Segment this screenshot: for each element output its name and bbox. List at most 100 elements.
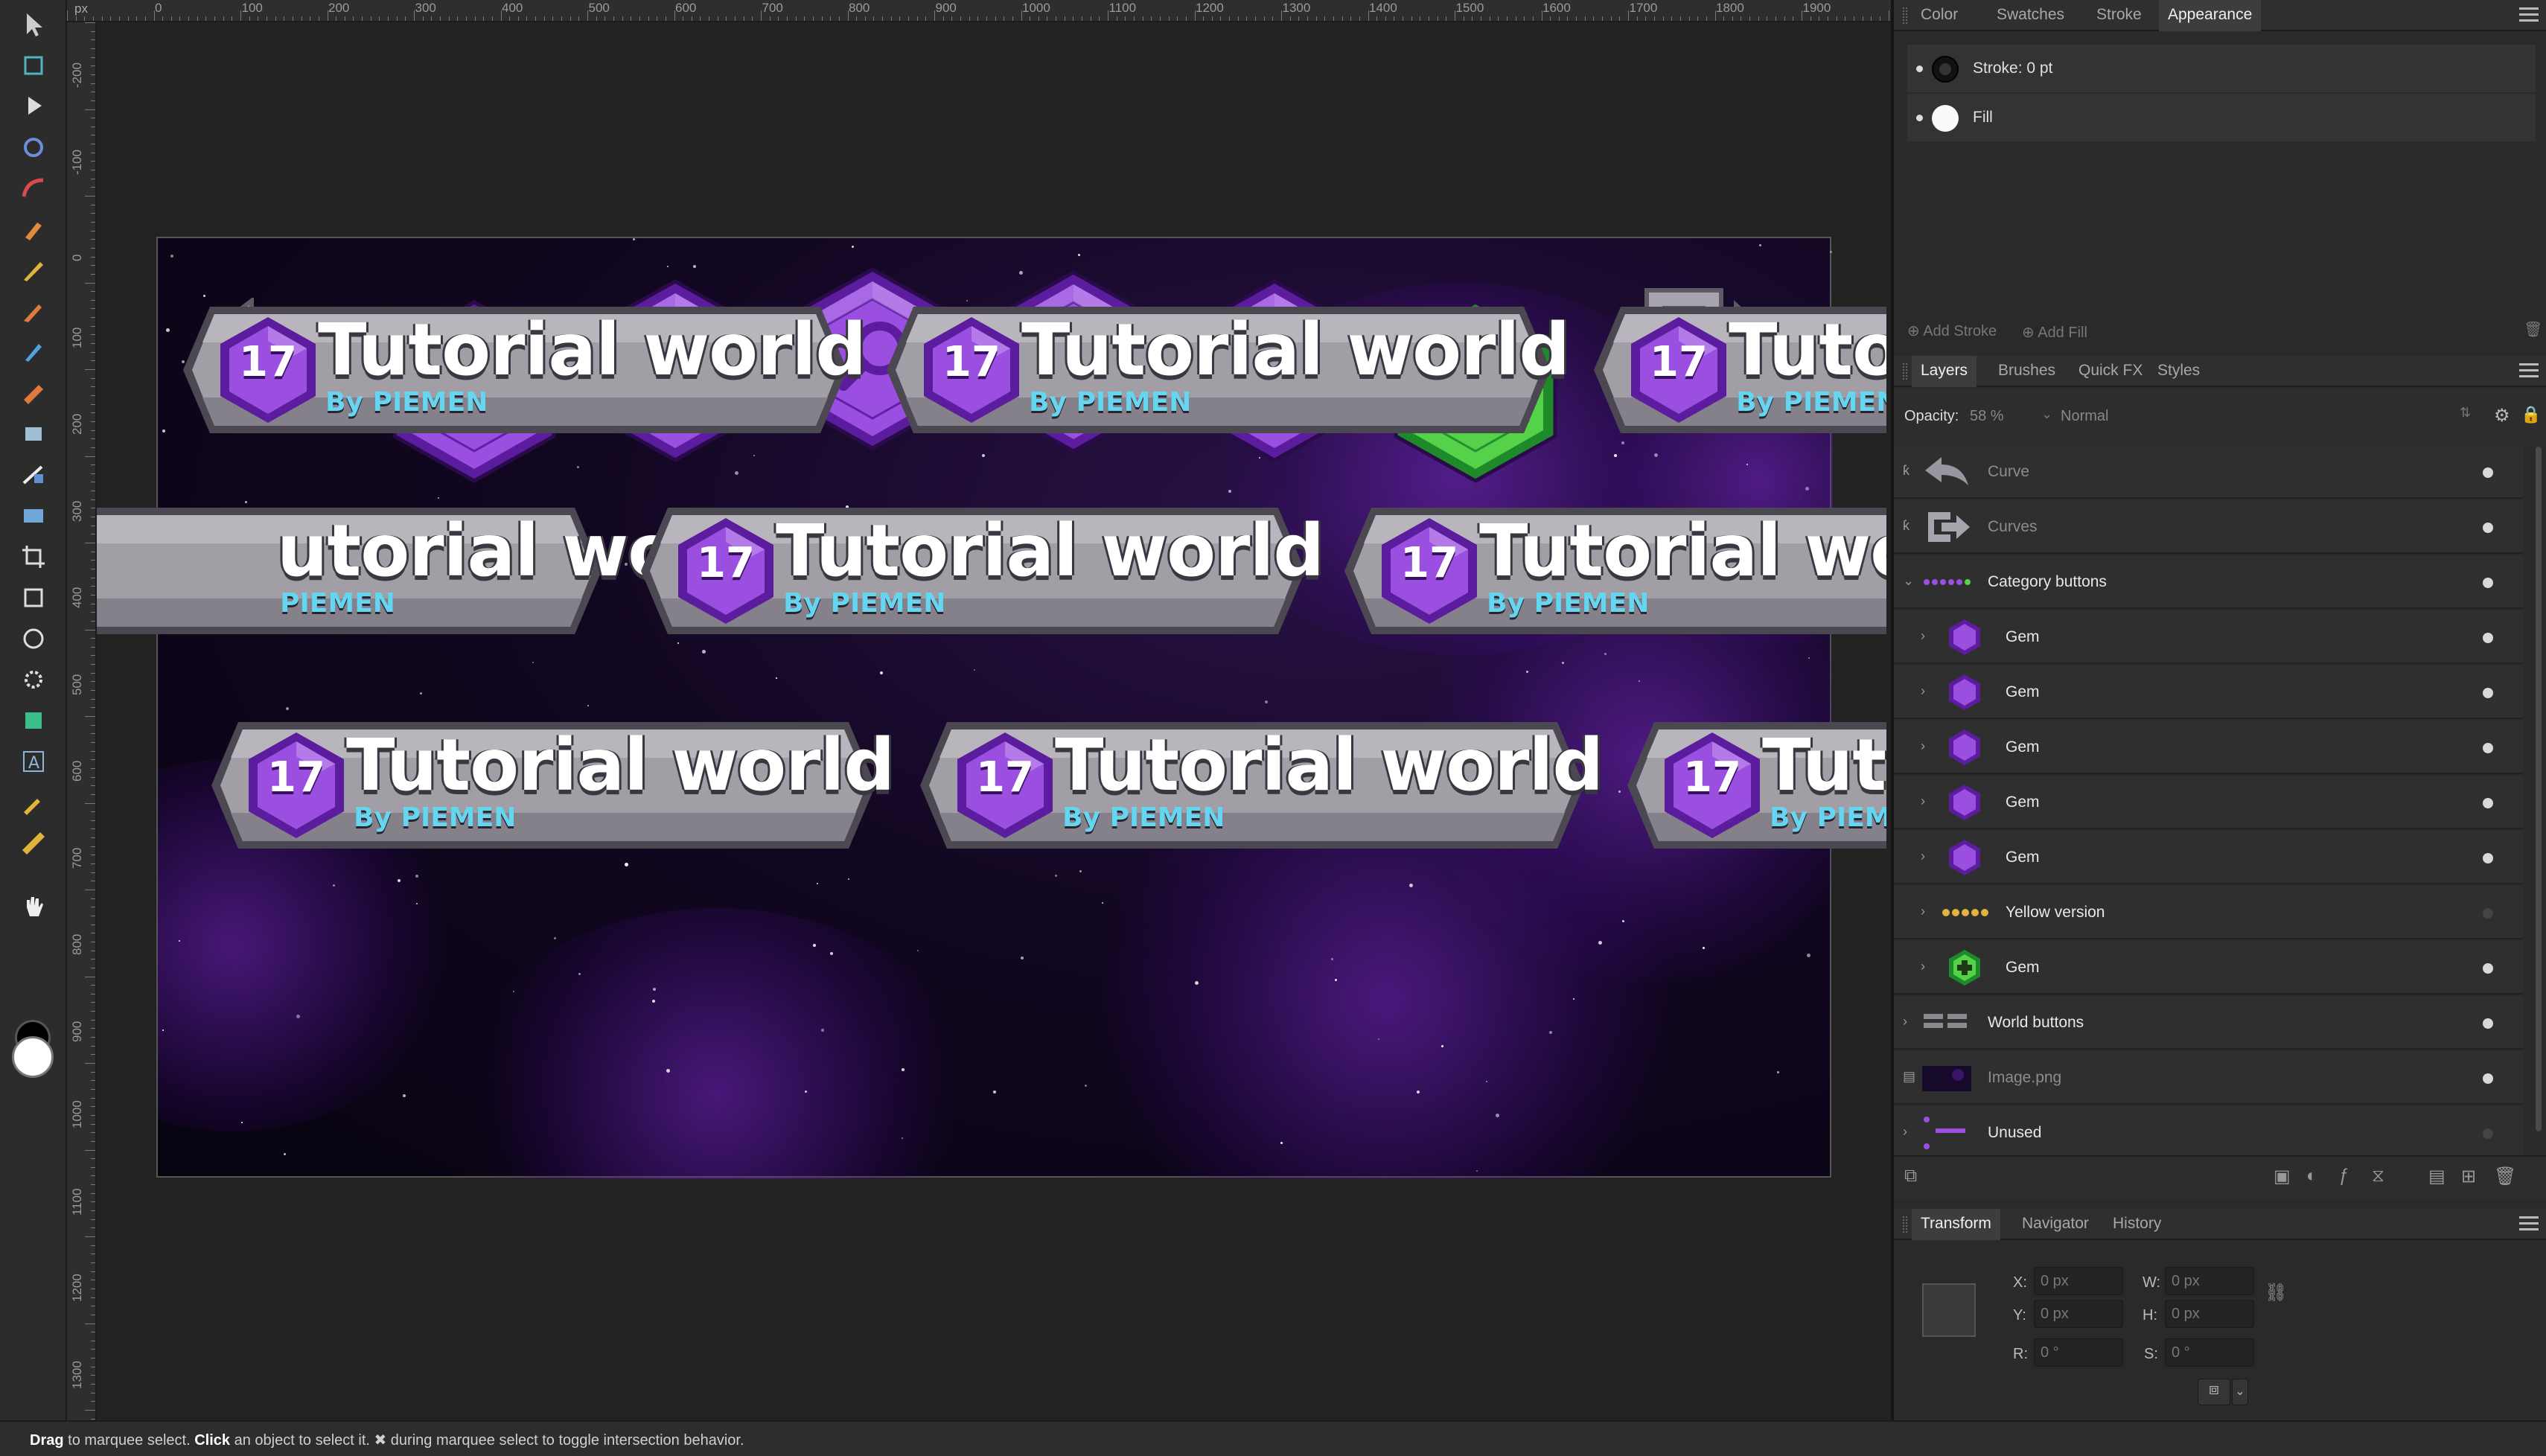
y-field[interactable]: 0 px <box>2034 1300 2123 1328</box>
fill-tool-icon[interactable] <box>16 376 51 410</box>
add-stroke-button[interactable]: ⊕ Add Stroke <box>1907 322 1997 340</box>
add-group-icon[interactable]: ⊞ <box>2461 1166 2476 1187</box>
fx-layer-icon[interactable]: ƒ <box>2339 1166 2349 1187</box>
layer-row[interactable]: › Gem <box>1894 721 2523 774</box>
stroke-swatch-icon[interactable] <box>1930 54 1961 85</box>
vector-brush-icon[interactable] <box>16 294 51 328</box>
hand-tool-icon[interactable] <box>16 890 51 924</box>
appearance-stroke-row[interactable]: Stroke: 0 pt <box>1907 45 2536 92</box>
blend-mode-stepper-icon[interactable]: ⇅ <box>2460 405 2471 421</box>
appearance-fill-row[interactable]: Fill <box>1907 94 2536 141</box>
tab-quick-fx[interactable]: Quick FX <box>2070 356 2151 387</box>
chevron-right-icon[interactable]: › <box>1921 904 1925 919</box>
world-button[interactable]: 17 Tutorial world By PIEMEN <box>638 493 1324 649</box>
tab-transform[interactable]: Transform <box>1912 1209 2000 1240</box>
artboard-tool-icon[interactable] <box>16 48 51 83</box>
vertical-ruler[interactable]: -200 -100 0 100 200 300 400 500 600 700 800 900 1000… <box>67 22 97 1420</box>
visibility-toggle[interactable] <box>2483 688 2493 698</box>
visibility-toggle[interactable] <box>2483 523 2493 533</box>
layer-options-icon[interactable]: ⧉ <box>1904 1166 1917 1187</box>
panel-menu-icon[interactable] <box>2519 363 2539 380</box>
world-button[interactable]: 17 TutoBy PIEME <box>1624 707 1886 863</box>
layer-type-icon[interactable]: ƙ <box>1903 518 1910 534</box>
tab-stroke[interactable]: Stroke <box>2087 0 2151 31</box>
tab-styles[interactable]: Styles <box>2148 356 2209 387</box>
visibility-toggle[interactable] <box>2483 908 2493 919</box>
add-fill-button[interactable]: ⊕ Add Fill <box>2022 323 2087 342</box>
chevron-right-icon[interactable]: › <box>1921 794 1925 809</box>
layer-type-icon[interactable]: ▤ <box>1903 1069 1915 1085</box>
transform-origin-icon[interactable]: ⧈ <box>2198 1379 2230 1405</box>
pencil-tool-icon[interactable] <box>16 253 51 287</box>
chevron-right-icon[interactable]: › <box>1921 628 1925 644</box>
place-image-icon[interactable] <box>16 499 51 533</box>
shape-builder-icon[interactable] <box>16 703 51 738</box>
tab-layers[interactable]: Layers <box>1912 356 1977 387</box>
link-proportions-icon[interactable]: ⛓ <box>2265 1282 2287 1303</box>
layers-scrollbar[interactable] <box>2534 447 2543 1146</box>
measure-tool-icon[interactable] <box>16 826 51 860</box>
opacity-chevron-icon[interactable]: ⌄ <box>2041 406 2052 422</box>
blend-mode-select[interactable]: Normal <box>2061 408 2108 425</box>
live-filter-icon[interactable]: ⧖ <box>2372 1166 2384 1187</box>
curve-tool-icon[interactable] <box>16 171 51 205</box>
visibility-toggle[interactable] <box>2483 1073 2493 1084</box>
panel-grip[interactable] <box>1903 1216 1907 1233</box>
rectangle-tool-icon[interactable] <box>16 581 51 615</box>
horizontal-ruler[interactable]: 0 100 200 300 400 500 600 700 800 900 1000 1100 1200… <box>67 0 1891 22</box>
chevron-right-icon[interactable]: › <box>1921 683 1925 699</box>
panel-menu-icon[interactable] <box>2519 1216 2539 1233</box>
tab-color[interactable]: Color <box>1912 0 1967 31</box>
delete-layer-icon[interactable]: 🗑 <box>2494 1166 2516 1187</box>
world-button[interactable]: 17 Tutorial world By PIEMEN <box>180 292 867 448</box>
layer-row[interactable]: › Gem <box>1894 941 2523 994</box>
layer-row[interactable]: ƙ Curves <box>1894 500 2523 554</box>
w-field[interactable]: 0 px <box>2165 1267 2254 1295</box>
chevron-right-icon[interactable]: › <box>1921 738 1925 754</box>
x-field[interactable]: 0 px <box>2034 1267 2123 1295</box>
gear-icon[interactable]: ⚙ <box>2494 405 2510 427</box>
pen-tool-icon[interactable] <box>16 212 51 246</box>
h-field[interactable]: 0 px <box>2165 1300 2254 1328</box>
layer-row[interactable]: › Gem <box>1894 831 2523 884</box>
visibility-toggle[interactable] <box>2483 1128 2493 1139</box>
paint-brush-icon[interactable] <box>16 335 51 369</box>
node-tool-icon[interactable] <box>16 89 51 124</box>
visibility-toggle[interactable] <box>2483 578 2493 588</box>
move-tool-icon[interactable] <box>16 7 51 42</box>
canvas-area[interactable]: 17 Tutorial world By PIEMEN 17 Tutorial worl… <box>97 22 1891 1420</box>
gradient-tool-icon[interactable] <box>16 458 51 492</box>
tab-swatches[interactable]: Swatches <box>1988 0 2073 31</box>
visibility-toggle[interactable] <box>2483 743 2493 753</box>
visibility-toggle[interactable] <box>2483 963 2493 974</box>
visibility-toggle[interactable] <box>2483 467 2493 478</box>
fill-color-well[interactable] <box>12 1036 54 1078</box>
color-picker-icon[interactable] <box>16 785 51 820</box>
panel-grip[interactable] <box>1903 363 1907 380</box>
tab-navigator[interactable]: Navigator <box>2013 1209 2098 1240</box>
chevron-right-icon[interactable]: › <box>1903 1124 1907 1140</box>
text-tool-icon[interactable]: A <box>16 744 51 779</box>
transparency-tool-icon[interactable] <box>16 417 51 451</box>
chevron-down-icon[interactable]: ⌄ <box>1903 573 1914 589</box>
world-button[interactable]: 17 Tutorial worBy PIEMEN <box>1341 493 1886 649</box>
layer-row[interactable]: ƙ Curve <box>1894 445 2523 499</box>
corner-tool-icon[interactable] <box>16 130 51 165</box>
layer-row[interactable]: › Gem <box>1894 776 2523 829</box>
shear-field[interactable]: 0 ° <box>2165 1338 2254 1367</box>
chevron-right-icon[interactable]: › <box>1921 849 1925 864</box>
tab-appearance[interactable]: Appearance <box>2159 0 2262 31</box>
visibility-toggle[interactable] <box>2483 633 2493 643</box>
rotation-field[interactable]: 0 ° <box>2034 1338 2123 1367</box>
world-button[interactable]: 17 Tuto By PIEMEN <box>1591 292 1886 448</box>
artboard[interactable]: 17 Tutorial world By PIEMEN 17 Tutorial worl… <box>97 237 1886 1179</box>
chevron-right-icon[interactable]: › <box>1921 959 1925 974</box>
layer-row[interactable]: › World buttons <box>1894 996 2523 1050</box>
visibility-toggle[interactable] <box>2483 853 2493 863</box>
fill-swatch-icon[interactable] <box>1930 103 1961 134</box>
layer-row[interactable]: ⌄ Category buttons <box>1894 555 2523 609</box>
tab-brushes[interactable]: Brushes <box>1989 356 2064 387</box>
chevron-down-icon[interactable]: ⌄ <box>2232 1379 2248 1405</box>
add-layer-icon[interactable]: ▤ <box>2428 1166 2446 1187</box>
world-button[interactable]: 17 Tutorial world By PIEMEN <box>884 292 1570 448</box>
